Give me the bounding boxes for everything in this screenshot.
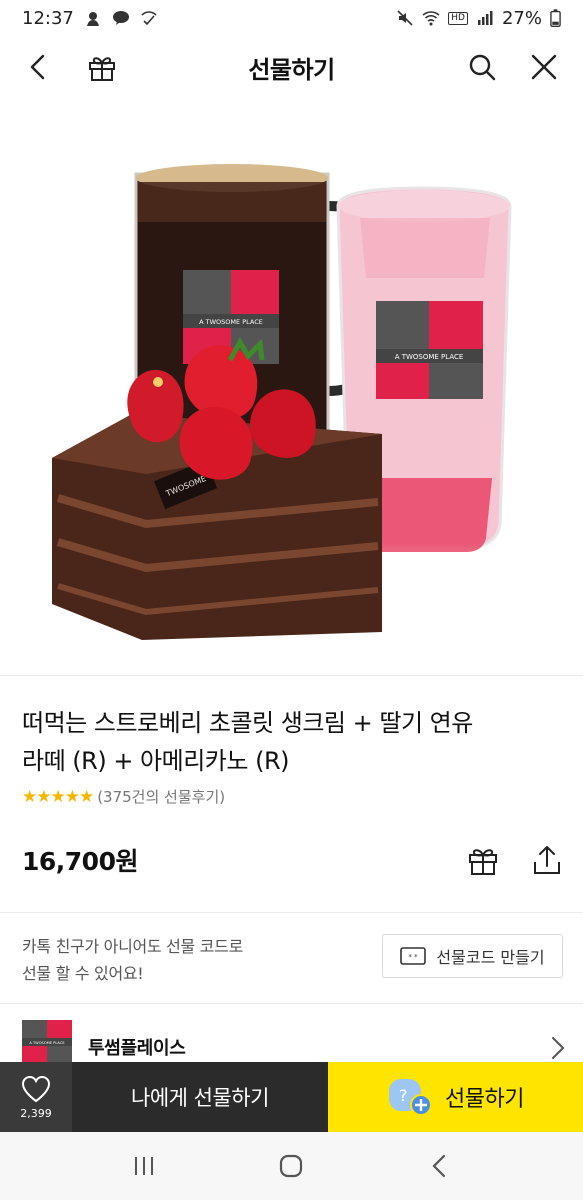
section-divider [0, 912, 583, 913]
hd-voice-icon: HD [448, 11, 468, 25]
product-name: 떠먹는 스트로베리 초콜릿 생크림 + 딸기 연유 라떼 (R) + 아메리카노… [22, 704, 562, 780]
review-rating[interactable]: ★★★★★ (375건의 선물후기) [22, 786, 225, 807]
home-icon [280, 1154, 303, 1178]
wifi-call-icon [141, 11, 157, 26]
brand-name: 투썸플레이스 [88, 1038, 186, 1059]
wifi-icon [422, 11, 440, 26]
review-count: (375건의 선물후기) [97, 788, 226, 806]
share-button[interactable] [527, 840, 567, 880]
americano-brand-text: A TWOSOME PLACE [199, 318, 263, 326]
gift-code-desc-line1: 카톡 친구가 아니어도 선물 코드로 [22, 937, 244, 956]
battery-icon [550, 9, 561, 27]
back-arrow-icon [432, 1154, 446, 1178]
send-gift-button[interactable]: ? 선물하기 [328, 1062, 583, 1132]
gift-code-desc-line2: 선물 할 수 있어요! [22, 964, 144, 983]
back-icon [30, 54, 45, 80]
back-button[interactable] [20, 49, 56, 85]
svg-text:?: ? [399, 1086, 407, 1105]
gift-box-icon [469, 849, 497, 875]
kakao-icon [86, 12, 99, 26]
mute-icon [397, 10, 413, 26]
wish-button[interactable]: 2,399 [0, 1062, 72, 1132]
ticket-icon: * * [400, 947, 427, 965]
gift-wish-button[interactable] [463, 840, 503, 880]
close-icon [531, 54, 557, 80]
status-time: 12:37 [22, 7, 74, 29]
recent-apps-button[interactable] [119, 1141, 169, 1191]
svg-text:A TWOSOME PLACE: A TWOSOME PLACE [29, 1041, 65, 1045]
system-nav-bar [0, 1132, 583, 1200]
close-button[interactable] [526, 49, 562, 85]
gift-to-myself-button[interactable]: 나에게 선물하기 [72, 1062, 328, 1132]
search-icon [469, 54, 496, 81]
create-gift-code-button[interactable]: * * 선물코드 만들기 [382, 934, 563, 978]
gift-code-description: 카톡 친구가 아니어도 선물 코드로 선물 할 수 있어요! [22, 933, 243, 987]
share-icon [534, 846, 560, 874]
purchase-bar: 2,399 나에게 선물하기 ? 선물하기 [0, 1062, 583, 1132]
friend-gift-icon: ? [389, 1079, 433, 1116]
signal-icon [477, 11, 493, 25]
create-gift-code-label: 선물코드 만들기 [436, 948, 545, 967]
product-name-line1: 떠먹는 스트로베리 초콜릿 생크림 + 딸기 연유 [22, 709, 473, 737]
system-back-button[interactable] [414, 1141, 464, 1191]
home-button[interactable] [266, 1141, 316, 1191]
product-image[interactable]: A TWOSOME PLACE A TWOSOME PLACE TWOSOME [0, 98, 583, 676]
gift-box-icon [89, 57, 115, 81]
product-price: 16,700원 [22, 847, 138, 876]
chat-icon [112, 11, 129, 25]
app-header: 선물하기 [0, 36, 583, 98]
gift-box-button[interactable] [84, 49, 120, 85]
latte-brand-label: A TWOSOME PLACE [376, 301, 483, 399]
brand-logo: A TWOSOME PLACE [22, 1020, 72, 1064]
heart-icon [21, 1075, 51, 1102]
status-bar: 12:37 HD 27% [0, 0, 583, 36]
star-rating-icon: ★★★★★ [22, 786, 94, 807]
search-button[interactable] [464, 49, 500, 85]
product-name-line2: 라떼 (R) + 아메리카노 (R) [22, 747, 290, 775]
wish-count: 2,399 [20, 1106, 52, 1120]
chevron-right-icon [552, 1037, 565, 1059]
battery-percent: 27% [501, 7, 542, 29]
product-illustration: A TWOSOME PLACE A TWOSOME PLACE TWOSOME [52, 164, 512, 640]
svg-text:* *: * * [409, 953, 419, 961]
latte-brand-text: A TWOSOME PLACE [395, 353, 464, 361]
recent-apps-icon [134, 1157, 153, 1175]
send-gift-label: 선물하기 [445, 1087, 524, 1112]
brand-row[interactable]: A TWOSOME PLACE 투썸플레이스 [0, 1004, 583, 1064]
